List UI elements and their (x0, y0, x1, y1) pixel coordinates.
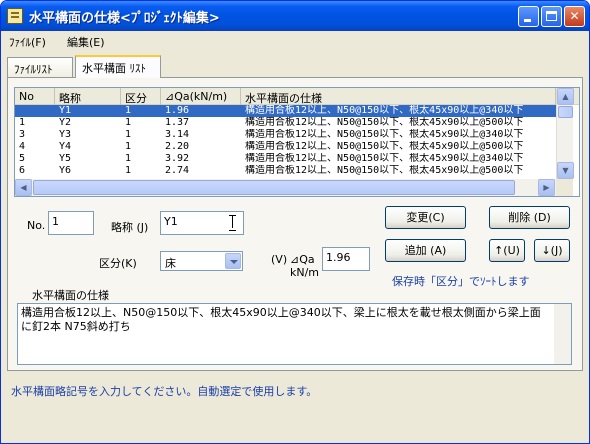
spec-text: 構造用合板12以上、N50@150以下、根太45x90以上@340以下、梁上に根… (21, 306, 541, 333)
row-no: 6 (19, 165, 26, 176)
row-abbr: Y4 (59, 141, 72, 152)
close-icon: ✕ (569, 9, 580, 23)
list-vertical-thumb[interactable] (558, 106, 573, 118)
menu-edit[interactable]: 編集(E) (67, 34, 105, 50)
row-kind: 1 (125, 105, 132, 116)
tab-strip: ﾌｧｲﾙﾘｽﾄ 水平構面 ﾘｽﾄ (7, 55, 583, 78)
list-row[interactable]: Y1 1 1.96 構造用合板12以上、N50@150以下、根太45x90以上@… (15, 105, 556, 117)
abbr-label: 略称 (J) (111, 221, 149, 234)
column-header-abbr[interactable]: 略称 (55, 88, 121, 105)
row-qa: 2.20 (165, 141, 190, 152)
window-title: 水平構面の仕様<ﾌﾟﾛｼﾞｪｸﾄ編集> (29, 11, 220, 26)
row-abbr: Y1 (59, 105, 72, 116)
maximize-icon (546, 11, 557, 21)
row-spec: 構造用合板12以上、N50@150以下、根太45x90以上@340以下 (245, 105, 524, 116)
column-header-spec[interactable]: 水平構面の仕様 (241, 88, 556, 105)
column-header-qa[interactable]: ⊿Qa(kN/m) (161, 88, 241, 105)
scroll-left-icon[interactable]: ◀ (15, 179, 32, 196)
kind-select[interactable]: 床 (160, 251, 243, 271)
row-abbr: Y5 (59, 153, 72, 164)
qa-shortcut-label: (V) (271, 253, 288, 266)
tab-horizontal-plane-list[interactable]: 水平構面 ﾘｽﾄ (75, 55, 161, 78)
row-spec: 構造用合板12以上、N50@150以下、根太45x90以上@500以下 (245, 165, 524, 176)
delete-button[interactable]: 削除 (D) (489, 206, 570, 229)
maximize-button[interactable] (541, 6, 562, 27)
row-no: 3 (19, 129, 26, 140)
kind-label: 区分(K) (99, 257, 137, 270)
close-button[interactable]: ✕ (564, 6, 585, 27)
kind-select-value: 床 (165, 257, 176, 270)
scroll-up-icon[interactable]: ▲ (557, 88, 574, 105)
row-spec: 構造用合板12以上、N50@150以下、根太45x90以上@340以下 (245, 129, 524, 140)
minimize-button[interactable] (518, 6, 539, 27)
spec-list[interactable]: No 略称 区分 ⊿Qa(kN/m) 水平構面の仕様 Y1 1 1.96 構造用… (14, 87, 580, 197)
spec-textarea[interactable]: 構造用合板12以上、N50@150以下、根太45x90以上@340以下、梁上に根… (17, 303, 572, 365)
row-qa: 1.96 (165, 105, 190, 116)
menu-bar: ﾌｧｲﾙ(F) 編集(E) (1, 31, 589, 51)
sort-note: 保存時「区分」でｿｰﾄします (392, 275, 530, 288)
column-header-no[interactable]: No (15, 88, 55, 105)
list-row[interactable]: 4 Y4 1 2.20 構造用合板12以上、N50@150以下、根太45x90以… (15, 141, 556, 153)
qa-label: ⊿Qa (290, 253, 315, 266)
list-horizontal-scrollbar[interactable]: ◀ ▶ (15, 179, 556, 196)
text-cursor-icon (229, 215, 236, 231)
row-no: 4 (19, 141, 26, 152)
list-row[interactable]: 6 Y6 1 2.74 構造用合板12以上、N50@150以下、根太45x90以… (15, 165, 556, 179)
row-abbr: Y6 (59, 165, 72, 176)
row-kind: 1 (125, 117, 132, 128)
list-row[interactable]: 3 Y3 1 3.14 構造用合板12以上、N50@150以下、根太45x90以… (15, 129, 556, 141)
app-window: 水平構面の仕様<ﾌﾟﾛｼﾞｪｸﾄ編集> ✕ ﾌｧｲﾙ(F) 編集(E) ﾌｧｲﾙ… (0, 0, 590, 444)
row-kind: 1 (125, 129, 132, 140)
column-header-kind[interactable]: 区分 (121, 88, 161, 105)
row-spec: 構造用合板12以上、N50@150以下、根太45x90以上@340以下 (245, 153, 524, 164)
scroll-right-icon[interactable]: ▶ (538, 179, 555, 196)
scroll-down-icon[interactable]: ▼ (557, 162, 574, 179)
row-abbr: Y3 (59, 129, 72, 140)
qa-unit: kN/m (290, 266, 320, 279)
row-abbr: Y2 (59, 117, 72, 128)
row-kind: 1 (125, 141, 132, 152)
tab-file-list[interactable]: ﾌｧｲﾙﾘｽﾄ (7, 57, 73, 77)
list-header: No 略称 区分 ⊿Qa(kN/m) 水平構面の仕様 (15, 88, 579, 105)
spec-vertical-scrollbar[interactable] (554, 304, 571, 364)
row-qa: 3.14 (165, 129, 190, 140)
row-qa: 1.37 (165, 117, 190, 128)
row-no: 1 (19, 117, 26, 128)
change-button[interactable]: 変更(C) (385, 206, 466, 229)
app-icon (7, 8, 23, 24)
chevron-down-icon[interactable] (225, 253, 241, 269)
scroll-corner (556, 179, 573, 196)
no-label: No. (27, 219, 46, 232)
list-vertical-scrollbar[interactable]: ▲ ▼ (556, 88, 574, 179)
row-kind: 1 (125, 153, 132, 164)
row-kind: 1 (125, 165, 132, 176)
row-qa: 2.74 (165, 165, 190, 176)
menu-file[interactable]: ﾌｧｲﾙ(F) (9, 34, 46, 50)
list-horizontal-thumb[interactable] (33, 180, 515, 195)
row-spec: 構造用合板12以上、N50@150以下、根太45x90以上@500以下 (245, 141, 524, 152)
title-bar[interactable]: 水平構面の仕様<ﾌﾟﾛｼﾞｪｸﾄ編集> ✕ (1, 1, 589, 31)
move-down-button[interactable]: ↓(J) (534, 239, 570, 262)
row-no: 5 (19, 153, 26, 164)
minimize-icon (524, 19, 531, 22)
add-button[interactable]: 追加 (A) (385, 239, 466, 262)
row-spec: 構造用合板12以上、N50@150以下、根太45x90以上@500以下 (245, 117, 524, 128)
qa-input[interactable]: 1.96 (322, 247, 370, 271)
spec-label: 水平構面の仕様 (32, 289, 109, 302)
list-row[interactable]: 5 Y5 1 3.92 構造用合板12以上、N50@150以下、根太45x90以… (15, 153, 556, 165)
no-input[interactable]: 1 (48, 211, 94, 235)
list-row[interactable]: 1 Y2 1 1.37 構造用合板12以上、N50@150以下、根太45x90以… (15, 117, 556, 129)
status-message: 水平構面略記号を入力してください。自動選定で使用します。 (11, 385, 318, 398)
row-qa: 3.92 (165, 153, 190, 164)
move-up-button[interactable]: ↑(U) (489, 239, 525, 262)
